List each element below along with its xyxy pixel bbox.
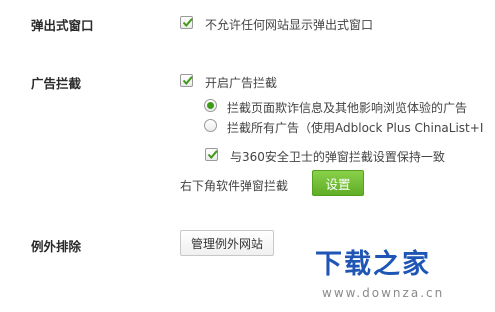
corner-popup-label: 右下角软件弹窗拦截 bbox=[180, 179, 289, 193]
sync-360-checkbox[interactable] bbox=[205, 148, 218, 161]
sync-360-label[interactable]: 与360安全卫士的弹窗拦截设置保持一致 bbox=[230, 148, 445, 165]
adblock-section-label: 广告拦截 bbox=[31, 76, 82, 91]
checkmark-icon bbox=[182, 18, 193, 28]
adblock-enable-label[interactable]: 开启广告拦截 bbox=[205, 74, 277, 91]
checkmark-icon bbox=[207, 150, 218, 160]
popup-section-label: 弹出式窗口 bbox=[31, 18, 94, 33]
popup-block-label[interactable]: 不允许任何网站显示弹出式窗口 bbox=[205, 16, 373, 33]
checkmark-icon bbox=[182, 76, 193, 86]
corner-popup-settings-button[interactable]: 设置 bbox=[312, 170, 364, 196]
popup-block-checkbox[interactable] bbox=[180, 16, 193, 29]
manage-exceptions-button[interactable]: 管理例外网站 bbox=[180, 230, 275, 256]
radio-selected-dot bbox=[207, 102, 214, 109]
radio-block-all-ads-label[interactable]: 拦截所有广告（使用Adblock Plus ChinaList+I bbox=[227, 119, 483, 136]
exceptions-section-label: 例外排除 bbox=[31, 239, 82, 254]
radio-block-fraud-ads-label[interactable]: 拦截页面欺诈信息及其他影响浏览体验的广告 bbox=[227, 99, 467, 116]
radio-block-all-ads[interactable] bbox=[204, 119, 217, 132]
watermark-logo-text: 下载之家 bbox=[315, 249, 431, 280]
adblock-enable-checkbox[interactable] bbox=[180, 74, 193, 87]
radio-block-fraud-ads[interactable] bbox=[204, 99, 217, 112]
watermark-url: www.downza.cn bbox=[322, 286, 445, 300]
